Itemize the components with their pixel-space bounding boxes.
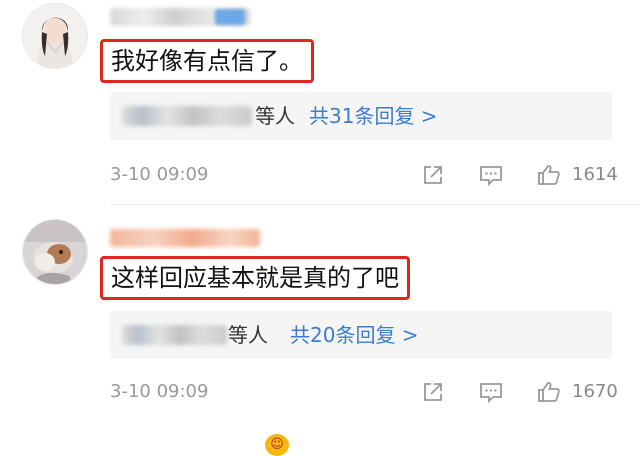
like-icon[interactable] [536,163,562,187]
comment-text: 我好像有点信了。 [100,39,314,83]
view-replies-link[interactable]: 共31条回复 > [309,92,438,140]
user-badge-icon [215,9,245,25]
share-icon[interactable] [420,380,446,404]
avatar[interactable] [22,219,88,285]
comment-item: ☺ 这样回应基本就是真的了吧 等人 共20条回复 > 3-10 09:09 16… [0,205,640,456]
like-count: 1670 [572,381,618,402]
timestamp: 3-10 09:09 [110,381,209,402]
like-count: 1614 [572,164,618,185]
comment-item: 我好像有点信了。 等人 共31条回复 > 3-10 09:09 1614 [0,0,640,205]
reply-names-blurred [122,106,252,126]
reply-summary[interactable]: 等人 共31条回复 > [110,92,612,140]
reply-suffix: 等人 [228,323,268,347]
reply-icon[interactable] [478,163,504,187]
share-icon[interactable] [420,163,446,187]
reply-names-blurred [122,325,227,345]
emoji-badge-icon: ☺ [265,434,289,456]
timestamp: 3-10 09:09 [110,164,209,185]
reply-suffix: 等人 [255,104,295,128]
view-replies-link[interactable]: 共20条回复 > [290,311,419,359]
reply-icon[interactable] [478,380,504,404]
like-icon[interactable] [536,380,562,404]
username-blurred[interactable] [110,229,260,247]
comment-text: 这样回应基本就是真的了吧 [100,256,410,300]
avatar[interactable] [22,3,88,69]
reply-summary[interactable]: 等人 共20条回复 > [110,311,612,359]
comment-actions: 3-10 09:09 1670 [0,377,640,407]
comment-actions: 3-10 09:09 1614 [0,160,640,190]
